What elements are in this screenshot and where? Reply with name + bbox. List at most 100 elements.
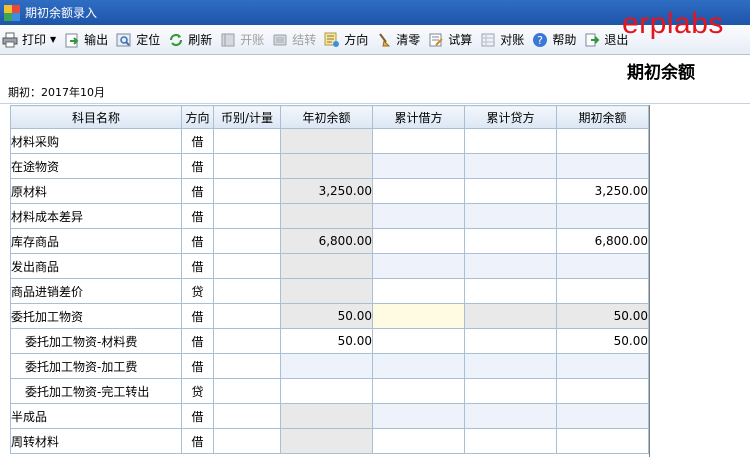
debit-cell[interactable] <box>372 178 465 204</box>
debit-cell[interactable] <box>372 353 465 379</box>
currency-cell[interactable] <box>213 303 281 329</box>
opening-balance-cell[interactable] <box>556 153 649 179</box>
opening-balance-cell[interactable] <box>556 128 649 154</box>
year-start-cell[interactable]: 6,800.00 <box>280 228 373 254</box>
col-header-opening-balance[interactable]: 期初余额 <box>556 105 649 129</box>
debit-cell[interactable] <box>372 303 465 329</box>
credit-cell[interactable] <box>464 253 557 279</box>
col-header-direction[interactable]: 方向 <box>181 105 214 129</box>
debit-cell[interactable] <box>372 278 465 304</box>
account-name-cell[interactable]: 在途物资 <box>10 153 182 179</box>
help-button[interactable]: ? 帮助 <box>530 29 579 51</box>
year-start-cell[interactable]: 3,250.00 <box>280 178 373 204</box>
col-header-year-start-balance[interactable]: 年初余额 <box>280 105 373 129</box>
account-name-cell[interactable]: 发出商品 <box>10 253 182 279</box>
direction-cell[interactable]: 借 <box>181 178 214 204</box>
opening-balance-cell[interactable] <box>556 203 649 229</box>
year-start-cell[interactable] <box>280 253 373 279</box>
debit-cell[interactable] <box>372 378 465 404</box>
credit-cell[interactable] <box>464 428 557 454</box>
reconcile-button[interactable]: 对账 <box>478 29 527 51</box>
credit-cell[interactable] <box>464 278 557 304</box>
currency-cell[interactable] <box>213 353 281 379</box>
account-name-cell[interactable]: 材料成本差异 <box>10 203 182 229</box>
opening-balance-cell[interactable] <box>556 253 649 279</box>
account-name-cell[interactable]: 委托加工物资-材料费 <box>10 328 182 354</box>
dropdown-arrow-icon[interactable]: ▼ <box>50 35 56 44</box>
direction-cell[interactable]: 借 <box>181 328 214 354</box>
credit-cell[interactable] <box>464 303 557 329</box>
year-start-cell[interactable] <box>280 153 373 179</box>
account-name-cell[interactable]: 库存商品 <box>10 228 182 254</box>
account-name-cell[interactable]: 周转材料 <box>10 428 182 454</box>
credit-cell[interactable] <box>464 378 557 404</box>
locate-button[interactable]: 定位 <box>114 29 163 51</box>
opening-balance-cell[interactable]: 50.00 <box>556 328 649 354</box>
open-account-button[interactable]: 开账 <box>218 29 267 51</box>
account-name-cell[interactable]: 委托加工物资 <box>10 303 182 329</box>
opening-balance-cell[interactable]: 3,250.00 <box>556 178 649 204</box>
year-start-cell[interactable] <box>280 353 373 379</box>
year-start-cell[interactable]: 50.00 <box>280 303 373 329</box>
year-start-cell[interactable] <box>280 203 373 229</box>
currency-cell[interactable] <box>213 228 281 254</box>
credit-cell[interactable] <box>464 403 557 429</box>
account-name-cell[interactable]: 商品进销差价 <box>10 278 182 304</box>
account-name-cell[interactable]: 材料采购 <box>10 128 182 154</box>
col-header-account-name[interactable]: 科目名称 <box>10 105 182 129</box>
debit-cell[interactable] <box>372 328 465 354</box>
credit-cell[interactable] <box>464 328 557 354</box>
export-button[interactable]: 输出 <box>62 29 111 51</box>
currency-cell[interactable] <box>213 278 281 304</box>
col-header-accumulated-debit[interactable]: 累计借方 <box>372 105 465 129</box>
currency-cell[interactable] <box>213 428 281 454</box>
currency-cell[interactable] <box>213 153 281 179</box>
direction-cell[interactable]: 借 <box>181 253 214 279</box>
year-start-cell[interactable] <box>280 378 373 404</box>
year-start-cell[interactable]: 50.00 <box>280 328 373 354</box>
opening-balance-cell[interactable]: 6,800.00 <box>556 228 649 254</box>
direction-cell[interactable]: 借 <box>181 303 214 329</box>
currency-cell[interactable] <box>213 253 281 279</box>
opening-balance-cell[interactable] <box>556 353 649 379</box>
opening-balance-cell[interactable] <box>556 278 649 304</box>
currency-cell[interactable] <box>213 328 281 354</box>
credit-cell[interactable] <box>464 228 557 254</box>
year-start-cell[interactable] <box>280 428 373 454</box>
direction-cell[interactable]: 借 <box>181 228 214 254</box>
direction-cell[interactable]: 借 <box>181 128 214 154</box>
opening-balance-cell[interactable] <box>556 428 649 454</box>
direction-cell[interactable]: 贷 <box>181 278 214 304</box>
trial-balance-button[interactable]: 试算 <box>426 29 475 51</box>
direction-cell[interactable]: 借 <box>181 153 214 179</box>
credit-cell[interactable] <box>464 128 557 154</box>
debit-cell[interactable] <box>372 153 465 179</box>
debit-cell[interactable] <box>372 428 465 454</box>
refresh-button[interactable]: 刷新 <box>166 29 215 51</box>
credit-cell[interactable] <box>464 178 557 204</box>
debit-cell[interactable] <box>372 253 465 279</box>
opening-balance-cell[interactable] <box>556 403 649 429</box>
col-header-currency-unit[interactable]: 币别/计量 <box>213 105 281 129</box>
direction-cell[interactable]: 借 <box>181 353 214 379</box>
currency-cell[interactable] <box>213 378 281 404</box>
currency-cell[interactable] <box>213 403 281 429</box>
clear-zero-button[interactable]: 清零 <box>374 29 423 51</box>
direction-cell[interactable]: 贷 <box>181 378 214 404</box>
account-name-cell[interactable]: 委托加工物资-加工费 <box>10 353 182 379</box>
credit-cell[interactable] <box>464 203 557 229</box>
credit-cell[interactable] <box>464 153 557 179</box>
currency-cell[interactable] <box>213 128 281 154</box>
direction-button[interactable]: 方向 <box>322 29 371 51</box>
currency-cell[interactable] <box>213 178 281 204</box>
direction-cell[interactable]: 借 <box>181 403 214 429</box>
col-header-accumulated-credit[interactable]: 累计贷方 <box>464 105 557 129</box>
carry-over-button[interactable]: 结转 <box>270 29 319 51</box>
account-name-cell[interactable]: 委托加工物资-完工转出 <box>10 378 182 404</box>
debit-cell[interactable] <box>372 403 465 429</box>
year-start-cell[interactable] <box>280 278 373 304</box>
debit-cell[interactable] <box>372 128 465 154</box>
debit-cell[interactable] <box>372 228 465 254</box>
debit-cell[interactable] <box>372 203 465 229</box>
print-button[interactable]: 打印 ▼ <box>0 29 59 51</box>
